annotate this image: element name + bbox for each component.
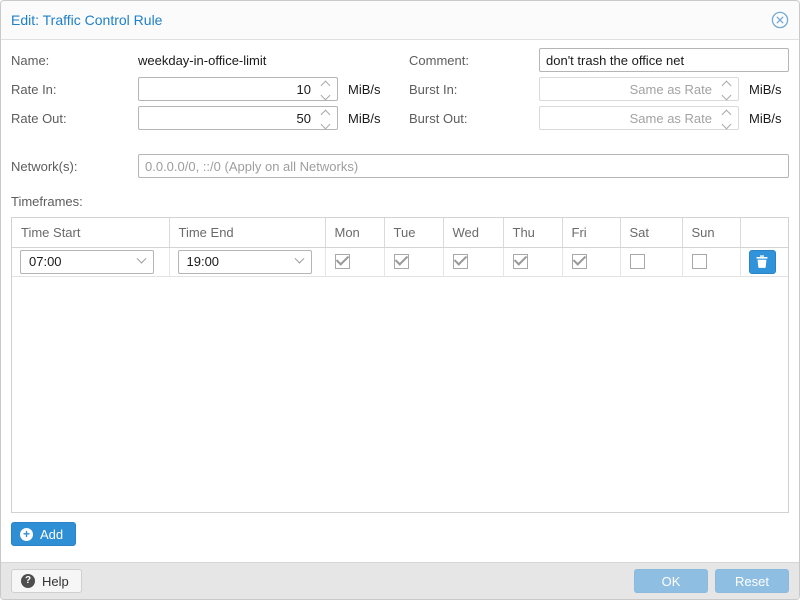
column-header-sat[interactable]: Sat xyxy=(620,218,682,247)
chevron-down-icon xyxy=(137,254,147,264)
column-header-wed[interactable]: Wed xyxy=(443,218,503,247)
rate-out-row: Rate Out: MiB/s xyxy=(11,106,409,130)
dialog-body: Name: weekday-in-office-limit Rate In: M… xyxy=(1,40,799,562)
ok-button[interactable]: OK xyxy=(634,569,708,593)
day-checkbox-sun[interactable] xyxy=(692,254,707,269)
add-timeframe-button[interactable]: + Add xyxy=(11,522,76,546)
rate-in-input[interactable] xyxy=(138,77,338,101)
timeframe-row: 07:00 19:00 xyxy=(12,247,788,276)
name-label: Name: xyxy=(11,53,138,68)
spinner-up-icon[interactable] xyxy=(320,81,330,91)
dialog-footer: ? Help OK Reset xyxy=(1,562,799,599)
spinner-up-icon[interactable] xyxy=(721,110,731,120)
column-header-tue[interactable]: Tue xyxy=(384,218,443,247)
burst-out-spinner-buttons[interactable] xyxy=(720,109,732,127)
timeframes-table: Time Start Time End Mon Tue Wed Thu Fri … xyxy=(11,217,789,513)
rate-out-input[interactable] xyxy=(138,106,338,130)
rate-in-label: Rate In: xyxy=(11,82,138,97)
dialog-title: Edit: Traffic Control Rule xyxy=(11,12,162,28)
form-grid: Name: weekday-in-office-limit Rate In: M… xyxy=(11,48,789,135)
column-header-fri[interactable]: Fri xyxy=(562,218,620,247)
comment-label: Comment: xyxy=(409,53,539,68)
spinner-up-icon[interactable] xyxy=(320,110,330,120)
burst-in-input[interactable] xyxy=(539,77,739,101)
time-start-combo[interactable]: 07:00 xyxy=(20,250,154,274)
day-checkbox-wed[interactable] xyxy=(453,254,468,269)
spinner-up-icon[interactable] xyxy=(721,81,731,91)
rate-in-field xyxy=(138,77,338,101)
timeframes-header-row: Time Start Time End Mon Tue Wed Thu Fri … xyxy=(12,218,788,247)
day-checkbox-sat[interactable] xyxy=(630,254,645,269)
day-checkbox-tue[interactable] xyxy=(394,254,409,269)
rate-out-label: Rate Out: xyxy=(11,111,138,126)
delete-row-button[interactable] xyxy=(749,250,776,274)
rate-in-row: Rate In: MiB/s xyxy=(11,77,409,101)
rate-out-field xyxy=(138,106,338,130)
dialog-header: Edit: Traffic Control Rule xyxy=(1,1,799,40)
question-circle-icon: ? xyxy=(21,574,35,588)
burst-in-row: Burst In: MiB/s xyxy=(409,77,789,101)
plus-circle-icon: + xyxy=(20,528,33,541)
close-icon[interactable] xyxy=(771,11,789,29)
burst-in-field xyxy=(539,77,739,101)
rate-in-unit: MiB/s xyxy=(348,82,381,97)
column-header-actions xyxy=(740,218,788,247)
networks-input[interactable] xyxy=(138,154,789,178)
day-checkbox-fri[interactable] xyxy=(572,254,587,269)
burst-out-field xyxy=(539,106,739,130)
column-header-time-start[interactable]: Time Start xyxy=(12,218,169,247)
edit-traffic-control-rule-dialog: Edit: Traffic Control Rule Name: weekday… xyxy=(0,0,800,600)
time-end-value: 19:00 xyxy=(187,254,220,269)
burst-out-label: Burst Out: xyxy=(409,111,539,126)
networks-label: Network(s): xyxy=(11,159,138,174)
column-header-time-end[interactable]: Time End xyxy=(169,218,325,247)
form-column-right: Comment: Burst In: MiB/s Burst O xyxy=(409,48,789,135)
time-start-value: 07:00 xyxy=(29,254,62,269)
burst-in-spinner-buttons[interactable] xyxy=(720,80,732,98)
comment-input[interactable] xyxy=(539,48,789,72)
form-column-left: Name: weekday-in-office-limit Rate In: M… xyxy=(11,48,409,135)
chevron-down-icon xyxy=(294,254,304,264)
add-button-label: Add xyxy=(40,527,63,542)
burst-out-input[interactable] xyxy=(539,106,739,130)
burst-in-label: Burst In: xyxy=(409,82,539,97)
column-header-mon[interactable]: Mon xyxy=(325,218,384,247)
name-row: Name: weekday-in-office-limit xyxy=(11,48,409,72)
burst-out-unit: MiB/s xyxy=(749,111,782,126)
rate-in-spinner-buttons[interactable] xyxy=(319,80,331,98)
rate-out-spinner-buttons[interactable] xyxy=(319,109,331,127)
day-checkbox-thu[interactable] xyxy=(513,254,528,269)
day-checkbox-mon[interactable] xyxy=(335,254,350,269)
burst-out-row: Burst Out: MiB/s xyxy=(409,106,789,130)
timeframes-label: Timeframes: xyxy=(11,194,789,209)
reset-button[interactable]: Reset xyxy=(715,569,789,593)
help-button[interactable]: ? Help xyxy=(11,569,82,593)
networks-row: Network(s): xyxy=(11,154,789,178)
rate-out-unit: MiB/s xyxy=(348,111,381,126)
burst-in-unit: MiB/s xyxy=(749,82,782,97)
column-header-sun[interactable]: Sun xyxy=(682,218,740,247)
time-end-combo[interactable]: 19:00 xyxy=(178,250,312,274)
name-value: weekday-in-office-limit xyxy=(138,53,266,68)
trash-icon xyxy=(756,255,768,268)
comment-row: Comment: xyxy=(409,48,789,72)
column-header-thu[interactable]: Thu xyxy=(503,218,562,247)
help-button-label: Help xyxy=(42,574,69,589)
